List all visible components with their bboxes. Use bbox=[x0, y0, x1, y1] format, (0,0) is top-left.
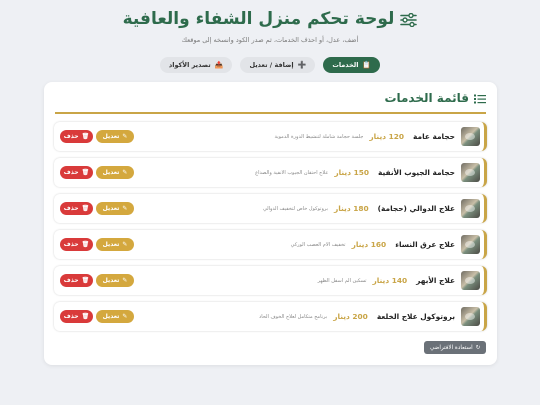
services-list: حجامة عامة 120 دينار جلسة حجامة شاملة لت… bbox=[54, 122, 487, 338]
export-icon: 📤 bbox=[214, 60, 224, 69]
tab-label: تصدير الأكواد bbox=[168, 61, 211, 69]
service-image bbox=[461, 235, 480, 254]
sliders-icon bbox=[400, 12, 418, 28]
row-actions: ✎ تعديل 🗑 حذف bbox=[60, 202, 134, 215]
edit-label: تعديل bbox=[102, 313, 120, 320]
pencil-icon: ✎ bbox=[122, 169, 128, 176]
delete-button[interactable]: 🗑 حذف bbox=[60, 274, 93, 287]
service-price: 140 دينار bbox=[372, 276, 408, 285]
list-icon bbox=[474, 93, 486, 104]
trash-icon: 🗑 bbox=[81, 277, 90, 284]
service-description: جلسة حجامة شاملة لتنشيط الدورة الدموية bbox=[274, 133, 364, 140]
services-card: قائمة الخدمات حجامة عامة 120 دينار جلسة … bbox=[44, 82, 497, 365]
page-title: لوحة تحكم منزل الشفاء والعافية bbox=[122, 9, 395, 29]
service-image bbox=[461, 163, 480, 182]
services-list-header: قائمة الخدمات bbox=[55, 90, 486, 114]
pencil-icon: ✎ bbox=[122, 241, 128, 248]
delete-label: حذف bbox=[63, 133, 79, 140]
service-image bbox=[461, 307, 480, 326]
service-price: 150 دينار bbox=[334, 168, 370, 177]
tab-services[interactable]: 📋 الخدمات bbox=[323, 57, 381, 73]
service-price: 180 دينار bbox=[334, 204, 369, 213]
delete-label: حذف bbox=[63, 169, 79, 176]
service-row: حجامة الجيوب الأنفية 150 دينار علاج احتق… bbox=[54, 158, 487, 187]
edit-button[interactable]: ✎ تعديل bbox=[96, 274, 134, 287]
services-list-title: قائمة الخدمات bbox=[384, 91, 469, 105]
service-row: علاج الأبهر 140 دينار تسكين ألم أسفل الظ… bbox=[54, 266, 487, 295]
edit-label: تعديل bbox=[102, 205, 120, 212]
tab-label: الخدمات bbox=[332, 61, 359, 69]
pencil-icon: ✎ bbox=[122, 313, 128, 320]
title-row: لوحة تحكم منزل الشفاء والعافية bbox=[0, 8, 540, 30]
delete-button[interactable]: 🗑 حذف bbox=[60, 202, 93, 215]
service-name: علاج الأبهر bbox=[416, 276, 455, 285]
service-image bbox=[461, 127, 480, 146]
edit-label: تعديل bbox=[102, 241, 120, 248]
edit-label: تعديل bbox=[102, 277, 120, 284]
service-price: 160 دينار bbox=[351, 240, 387, 249]
restore-label: استعادة الافتراضي bbox=[430, 344, 473, 351]
delete-label: حذف bbox=[63, 313, 79, 320]
service-image bbox=[461, 199, 480, 218]
service-row: علاج الدوالي (حجامة) 180 دينار بروتوكول … bbox=[54, 194, 487, 223]
service-price: 120 دينار bbox=[369, 132, 405, 141]
edit-label: تعديل bbox=[102, 133, 120, 140]
trash-icon: 🗑 bbox=[81, 241, 90, 248]
edit-button[interactable]: ✎ تعديل bbox=[96, 202, 134, 215]
trash-icon: 🗑 bbox=[81, 205, 90, 212]
undo-icon: ↻ bbox=[475, 344, 481, 351]
service-row: بروتوكول علاج الخلعة 200 دينار برنامج مت… bbox=[54, 302, 487, 331]
row-actions: ✎ تعديل 🗑 حذف bbox=[60, 130, 134, 143]
service-row: علاج عرق النساء 160 دينار تخفيف آلام الع… bbox=[54, 230, 487, 259]
row-actions: ✎ تعديل 🗑 حذف bbox=[60, 238, 134, 251]
service-name: علاج الدوالي (حجامة) bbox=[377, 204, 455, 213]
trash-icon: 🗑 bbox=[81, 313, 90, 320]
restore-defaults-button[interactable]: ↻ استعادة الافتراضي bbox=[424, 341, 487, 354]
tab-bar: 📋 الخدمات ➕ إضافة / تعديل 📤 تصدير الأكوا… bbox=[0, 57, 540, 73]
delete-label: حذف bbox=[63, 205, 79, 212]
service-name: حجامة الجيوب الأنفية bbox=[378, 168, 455, 177]
service-description: تخفيف آلام العصب الوركي bbox=[290, 241, 346, 248]
trash-icon: 🗑 bbox=[81, 133, 90, 140]
delete-button[interactable]: 🗑 حذف bbox=[60, 166, 93, 179]
service-name: حجامة عامة bbox=[413, 132, 455, 141]
delete-button[interactable]: 🗑 حذف bbox=[60, 238, 93, 251]
pencil-icon: ✎ bbox=[122, 277, 128, 284]
delete-button[interactable]: 🗑 حذف bbox=[60, 130, 93, 143]
tab-export[interactable]: 📤 تصدير الأكواد bbox=[159, 57, 233, 73]
edit-button[interactable]: ✎ تعديل bbox=[96, 238, 134, 251]
pencil-icon: ✎ bbox=[122, 133, 128, 140]
edit-button[interactable]: ✎ تعديل bbox=[96, 130, 134, 143]
row-actions: ✎ تعديل 🗑 حذف bbox=[60, 274, 134, 287]
trash-icon: 🗑 bbox=[81, 169, 90, 176]
service-description: تسكين ألم أسفل الظهر bbox=[317, 277, 367, 284]
pencil-icon: ✎ bbox=[122, 205, 128, 212]
delete-label: حذف bbox=[63, 241, 79, 248]
plus-icon: ➕ bbox=[297, 60, 307, 69]
service-name: علاج عرق النساء bbox=[395, 240, 455, 249]
service-row: حجامة عامة 120 دينار جلسة حجامة شاملة لت… bbox=[54, 122, 487, 151]
row-actions: ✎ تعديل 🗑 حذف bbox=[60, 310, 134, 323]
clipboard-icon: 📋 bbox=[362, 60, 372, 69]
page-header: لوحة تحكم منزل الشفاء والعافية أضف، عدل،… bbox=[0, 0, 540, 73]
delete-label: حذف bbox=[63, 277, 79, 284]
service-description: علاج احتقان الجيوب الأنفية والصداع bbox=[255, 169, 329, 176]
service-image bbox=[461, 271, 480, 290]
row-actions: ✎ تعديل 🗑 حذف bbox=[60, 166, 134, 179]
tab-label: إضافة / تعديل bbox=[249, 61, 294, 69]
tab-add-edit[interactable]: ➕ إضافة / تعديل bbox=[240, 57, 316, 73]
edit-button[interactable]: ✎ تعديل bbox=[96, 166, 134, 179]
service-price: 200 دينار bbox=[333, 312, 368, 321]
edit-button[interactable]: ✎ تعديل bbox=[96, 310, 134, 323]
service-description: بروتوكول خاص لتخفيف الدوالي bbox=[262, 205, 329, 212]
delete-button[interactable]: 🗑 حذف bbox=[60, 310, 93, 323]
service-name: بروتوكول علاج الخلعة bbox=[376, 312, 455, 321]
service-description: برنامج متكامل لعلاج الخوف الحاد bbox=[258, 313, 328, 320]
edit-label: تعديل bbox=[102, 169, 120, 176]
page-subtitle: أضف، عدل، أو احذف الخدمات، ثم صدر الكود … bbox=[181, 36, 359, 44]
